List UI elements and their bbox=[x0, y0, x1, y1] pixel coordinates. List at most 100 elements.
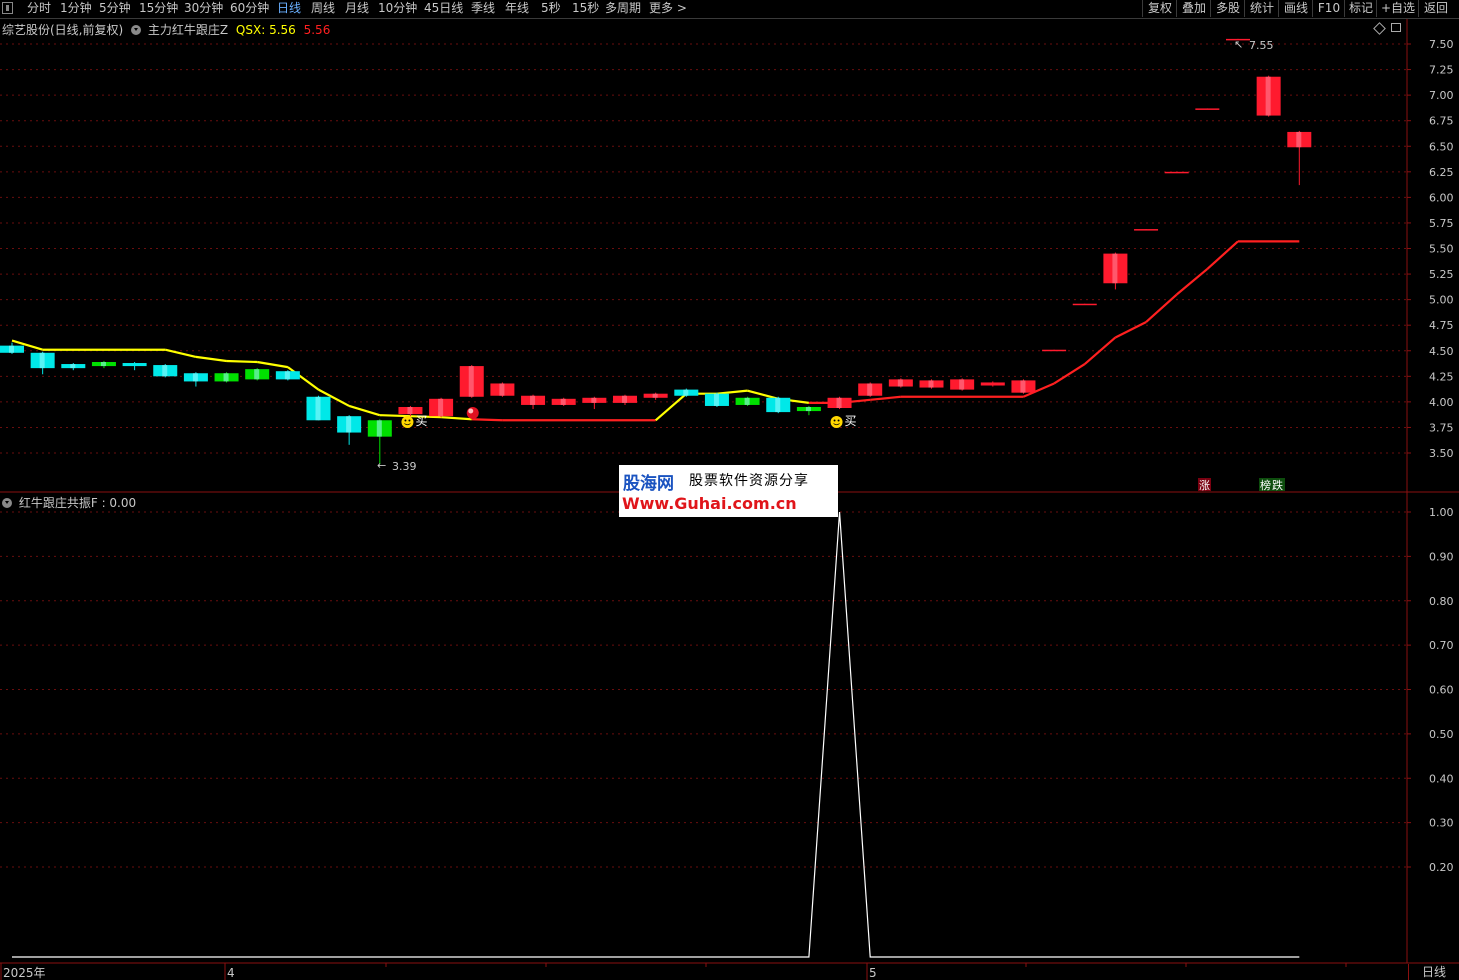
fall-badge[interactable]: 跌 bbox=[1272, 478, 1283, 492]
grid-lines bbox=[0, 43, 1407, 868]
ball-highlight bbox=[468, 408, 474, 414]
candle-highlight bbox=[100, 361, 106, 367]
high-arrow-icon: ↖ bbox=[1234, 38, 1243, 51]
candle-body bbox=[980, 382, 1005, 386]
candle-highlight bbox=[284, 371, 290, 380]
price-tick-label: 6.25 bbox=[1429, 166, 1454, 179]
candle-highlight bbox=[1020, 380, 1026, 393]
watermark: 股海网 股票软件资源分享 Www.Guhai.com.cn bbox=[619, 465, 838, 517]
smiley-eye bbox=[837, 419, 840, 422]
candle-highlight bbox=[744, 397, 750, 405]
candlesticks bbox=[0, 38, 1312, 465]
candle-highlight bbox=[315, 396, 321, 421]
value-tick-label: 0.50 bbox=[1429, 728, 1454, 741]
smiley-eye bbox=[833, 419, 836, 422]
value-tick-label: 0.90 bbox=[1429, 550, 1454, 563]
candle-highlight bbox=[928, 380, 934, 388]
candle-highlight bbox=[162, 365, 168, 377]
qsx-segment bbox=[716, 389, 748, 395]
price-axis: 7.50 7.25 7.00 6.75 6.50 6.25 6.00 5.75 5.50 5.25… bbox=[1407, 38, 1454, 460]
value-tick-label: 0.60 bbox=[1429, 684, 1454, 697]
price-tick-label: 4.75 bbox=[1429, 319, 1454, 332]
candle-highlight bbox=[346, 416, 352, 433]
value-tick-label: 0.70 bbox=[1429, 639, 1454, 652]
candle-highlight bbox=[407, 406, 413, 415]
low-arrow-icon: ← bbox=[377, 459, 386, 472]
buy-label: 买 bbox=[415, 414, 427, 428]
candle-highlight bbox=[560, 398, 566, 405]
high-price-label: 7.55 bbox=[1249, 39, 1274, 52]
candle-highlight bbox=[254, 369, 260, 380]
candle-body bbox=[122, 363, 147, 367]
price-tick-label: 5.25 bbox=[1429, 268, 1454, 281]
qsx-segment bbox=[257, 360, 289, 369]
qsx-segment bbox=[471, 418, 503, 422]
candle-highlight bbox=[438, 398, 444, 417]
period-indicator[interactable]: 日线 bbox=[1408, 964, 1459, 980]
candle-highlight bbox=[591, 397, 597, 403]
qsx-segment bbox=[1175, 268, 1209, 296]
qsx-segment bbox=[441, 416, 472, 421]
candle-highlight bbox=[805, 406, 811, 412]
candle-highlight bbox=[775, 397, 781, 413]
price-tick-label: 6.50 bbox=[1429, 140, 1454, 153]
candle-highlight bbox=[192, 373, 198, 382]
watermark-url: Www.Guhai.com.cn bbox=[622, 494, 797, 513]
value-axis: 1.00 0.90 0.80 0.70 0.60 0.50 0.40 0.30 0.20 bbox=[1407, 506, 1454, 874]
time-label: 4 bbox=[227, 966, 235, 980]
ball-signal-icon bbox=[466, 407, 479, 419]
qsx-segment bbox=[348, 404, 381, 417]
candle-highlight bbox=[1296, 131, 1302, 148]
price-tick-label: 6.75 bbox=[1429, 115, 1454, 128]
value-tick-label: 0.30 bbox=[1429, 817, 1454, 830]
buy-smiley-icon bbox=[401, 416, 414, 428]
qsx-segment bbox=[226, 359, 258, 364]
time-axis: 2025年 4 5 bbox=[0, 963, 1347, 980]
candle-highlight bbox=[652, 393, 658, 398]
value-tick-label: 0.40 bbox=[1429, 772, 1454, 785]
candle-highlight bbox=[959, 379, 965, 390]
qsx-segment bbox=[1145, 293, 1178, 323]
value-tick-label: 0.20 bbox=[1429, 861, 1454, 874]
candle-highlight bbox=[1112, 253, 1118, 284]
time-label: 5 bbox=[869, 966, 877, 980]
smiley-eye bbox=[404, 419, 407, 422]
time-label: 2025年 bbox=[3, 966, 46, 980]
qsx-segment bbox=[195, 355, 227, 363]
candle-highlight bbox=[683, 389, 689, 396]
sub-indicator-line bbox=[12, 511, 1300, 958]
candle-highlight bbox=[530, 395, 536, 405]
price-tick-label: 5.75 bbox=[1429, 217, 1454, 230]
price-tick-label: 7.00 bbox=[1429, 89, 1454, 102]
price-tick-label: 4.50 bbox=[1429, 345, 1454, 358]
watermark-tagline: 股票软件资源分享 bbox=[689, 473, 809, 489]
buy-label: 买 bbox=[845, 414, 857, 428]
candle-highlight bbox=[622, 395, 627, 403]
qsx-segment bbox=[747, 389, 779, 400]
candle-highlight bbox=[1265, 76, 1271, 116]
candle-highlight bbox=[39, 352, 45, 369]
rise-badge[interactable]: 涨 bbox=[1199, 479, 1210, 492]
price-tick-label: 3.75 bbox=[1429, 421, 1454, 434]
buy-smiley-icon bbox=[830, 416, 843, 428]
candle-body bbox=[1072, 303, 1097, 306]
qsx-segment bbox=[1114, 321, 1147, 339]
qsx-segment bbox=[1206, 240, 1239, 270]
qsx-segment bbox=[379, 414, 411, 418]
price-tick-label: 7.25 bbox=[1429, 64, 1454, 77]
qsx-segment bbox=[870, 395, 901, 401]
candle-highlight bbox=[867, 383, 873, 396]
smiley-eye bbox=[408, 419, 411, 422]
watermark-logo: 股海网 bbox=[623, 474, 674, 494]
price-tick-label: 4.25 bbox=[1429, 370, 1454, 383]
value-tick-label: 0.80 bbox=[1429, 595, 1454, 608]
candle-highlight bbox=[468, 366, 474, 397]
price-tick-label: 7.50 bbox=[1429, 38, 1454, 51]
value-tick-label: 1.00 bbox=[1429, 506, 1454, 519]
candle-highlight bbox=[836, 397, 842, 409]
price-tick-label: 5.00 bbox=[1429, 294, 1454, 307]
candle-body bbox=[1134, 229, 1159, 231]
price-tick-label: 6.00 bbox=[1429, 191, 1454, 204]
sub-indicator-path bbox=[12, 511, 1300, 958]
list-badge[interactable]: 榜 bbox=[1260, 478, 1271, 492]
